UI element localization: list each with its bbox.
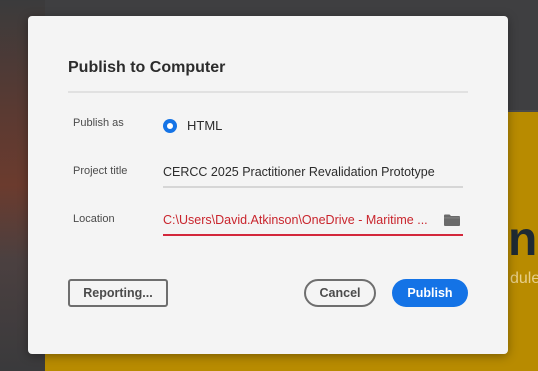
- reporting-button[interactable]: Reporting...: [68, 279, 168, 307]
- location-value: C:\Users\David.Atkinson\OneDrive - Marit…: [163, 213, 428, 227]
- background-heading: ne: [508, 213, 538, 266]
- dialog-title: Publish to Computer: [68, 59, 226, 76]
- html-radio-button[interactable]: [163, 119, 177, 133]
- publish-as-label: Publish as: [73, 117, 124, 129]
- background-subheading: dule: [510, 270, 538, 287]
- folder-icon[interactable]: [444, 214, 460, 226]
- publish-dialog: Publish to Computer Publish as HTML Proj…: [28, 16, 508, 354]
- title-divider: [68, 91, 468, 93]
- location-field[interactable]: C:\Users\David.Atkinson\OneDrive - Marit…: [163, 210, 463, 236]
- publish-button[interactable]: Publish: [392, 279, 468, 307]
- cancel-button[interactable]: Cancel: [304, 279, 376, 307]
- project-title-value: CERCC 2025 Practitioner Revalidation Pro…: [163, 165, 435, 179]
- location-label: Location: [73, 213, 115, 225]
- project-title-field[interactable]: CERCC 2025 Practitioner Revalidation Pro…: [163, 162, 463, 188]
- html-radio-label[interactable]: HTML: [187, 118, 222, 133]
- project-title-label: Project title: [73, 165, 128, 177]
